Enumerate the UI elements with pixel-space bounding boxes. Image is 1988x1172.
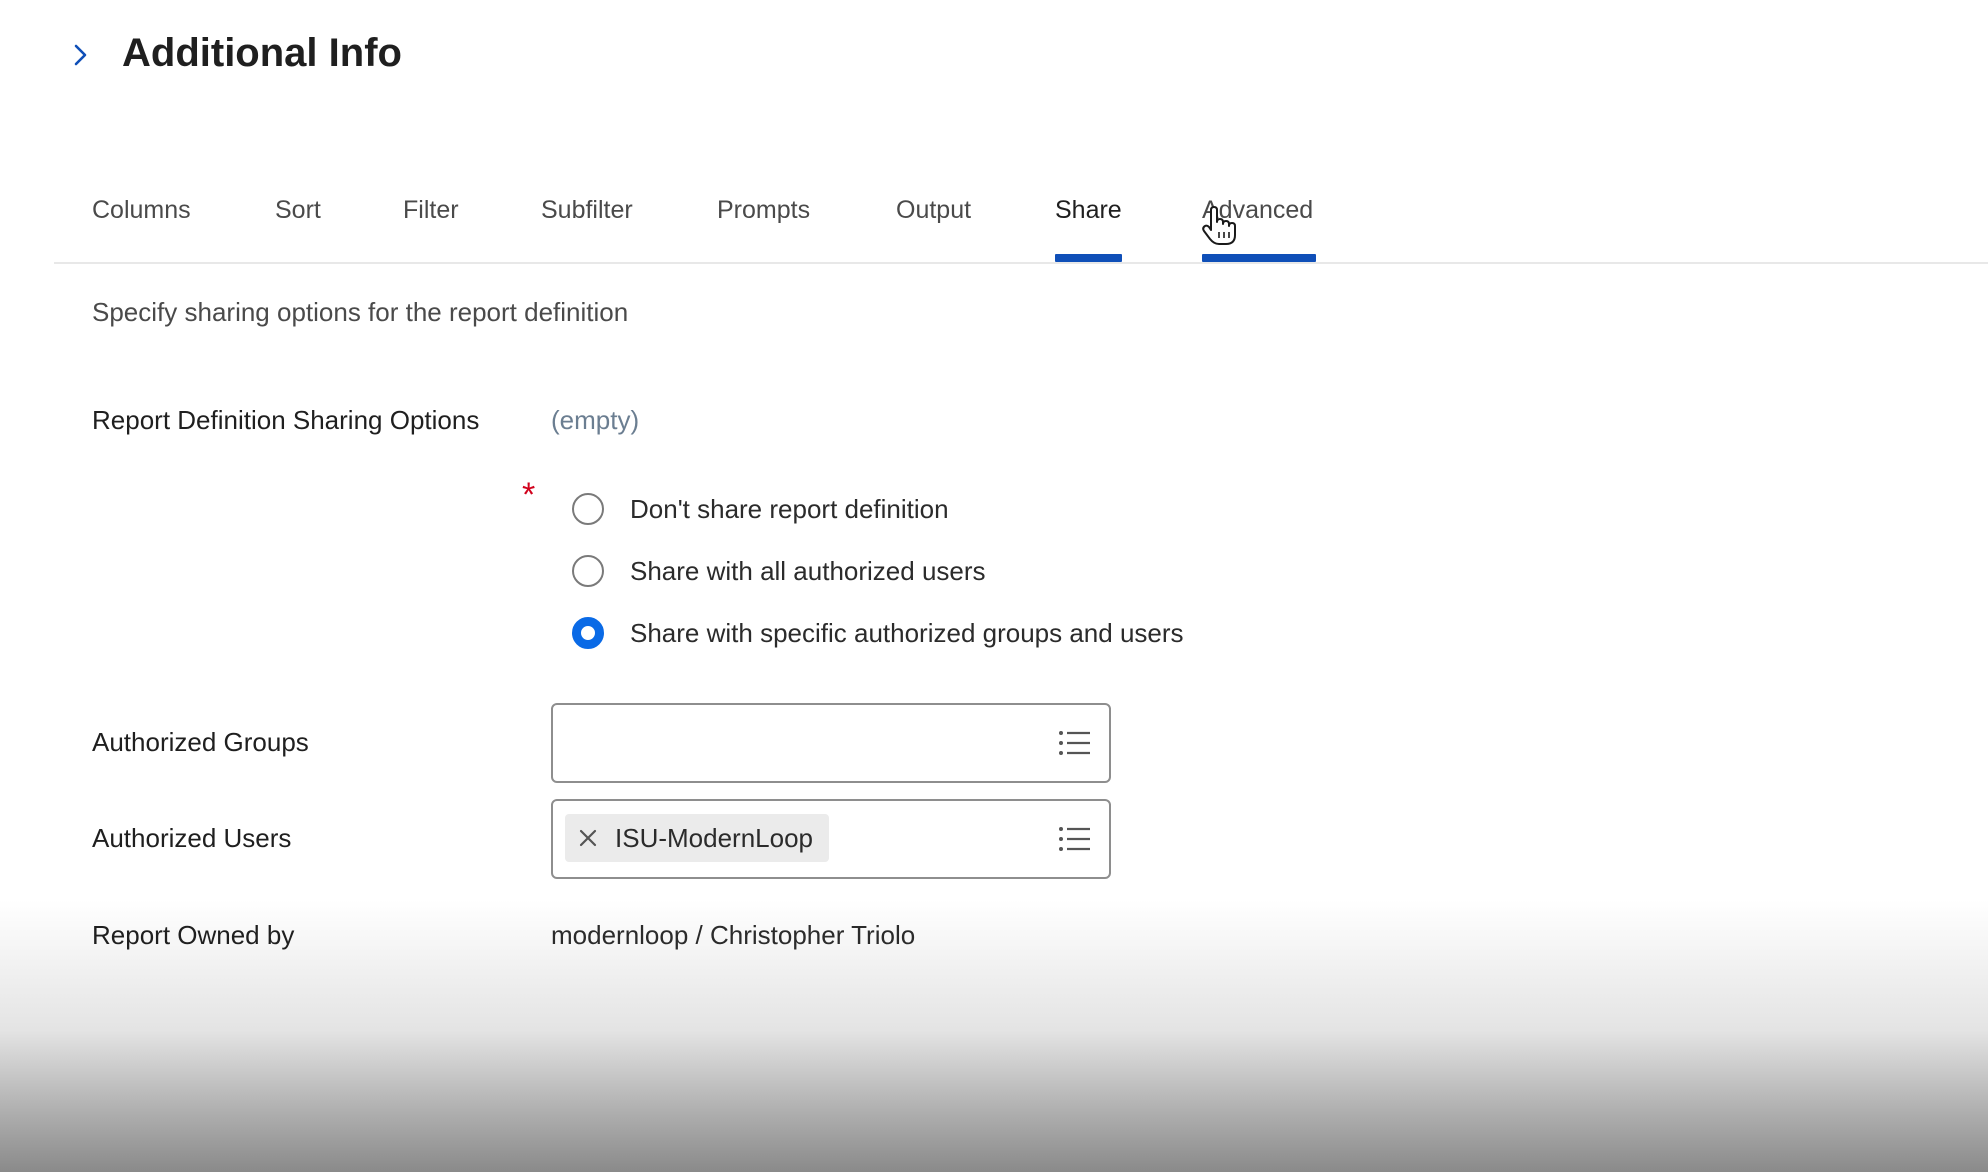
radio-button-checked[interactable] xyxy=(572,617,604,649)
pill-label: ISU-ModernLoop xyxy=(615,823,813,853)
owned-by-label: Report Owned by xyxy=(92,920,295,950)
list-icon[interactable] xyxy=(1057,823,1093,855)
tab-prompts[interactable]: Prompts xyxy=(717,180,810,264)
radio-label: Don't share report definition xyxy=(630,494,949,524)
radio-label: Share with all authorized users xyxy=(630,556,986,586)
owned-by-value: modernloop / Christopher Triolo xyxy=(551,920,916,950)
page-title: Additional Info xyxy=(122,31,402,75)
close-icon[interactable] xyxy=(579,829,597,847)
radio-button[interactable] xyxy=(572,555,604,587)
tab-output[interactable]: Output xyxy=(896,180,971,264)
hand-pointer-icon xyxy=(1202,206,1236,246)
tab-filter[interactable]: Filter xyxy=(403,180,459,264)
tabs-divider xyxy=(54,262,1988,264)
tab-subfilter[interactable]: Subfilter xyxy=(541,180,633,264)
tab-bar: Columns Sort Filter Subfilter Prompts Ou… xyxy=(0,180,1988,264)
share-description: Specify sharing options for the report d… xyxy=(92,297,629,327)
sharing-options-label: Report Definition Sharing Options xyxy=(92,405,480,435)
list-icon[interactable] xyxy=(1057,727,1093,759)
authorized-users-label: Authorized Users xyxy=(92,823,292,853)
tab-share[interactable]: Share xyxy=(1055,180,1122,264)
sharing-options-value: (empty) xyxy=(551,405,640,435)
radio-button[interactable] xyxy=(572,493,604,525)
authorized-groups-field[interactable] xyxy=(551,703,1111,783)
radio-label: Share with specific authorized groups an… xyxy=(630,618,1184,648)
authorized-users-field[interactable]: ISU-ModernLoop xyxy=(551,799,1111,879)
chevron-right-icon[interactable] xyxy=(68,38,94,72)
required-asterisk: * xyxy=(522,476,536,514)
selected-user-pill: ISU-ModernLoop xyxy=(565,814,829,862)
tab-sort[interactable]: Sort xyxy=(275,180,321,264)
authorized-groups-label: Authorized Groups xyxy=(92,727,309,757)
radio-dont-share[interactable]: Don't share report definition xyxy=(572,489,949,529)
radio-share-specific[interactable]: Share with specific authorized groups an… xyxy=(572,613,1184,653)
radio-share-all[interactable]: Share with all authorized users xyxy=(572,551,986,591)
tab-advanced-underline xyxy=(1202,254,1316,262)
tab-columns[interactable]: Columns xyxy=(92,180,191,264)
tab-share-underline xyxy=(1055,254,1122,262)
